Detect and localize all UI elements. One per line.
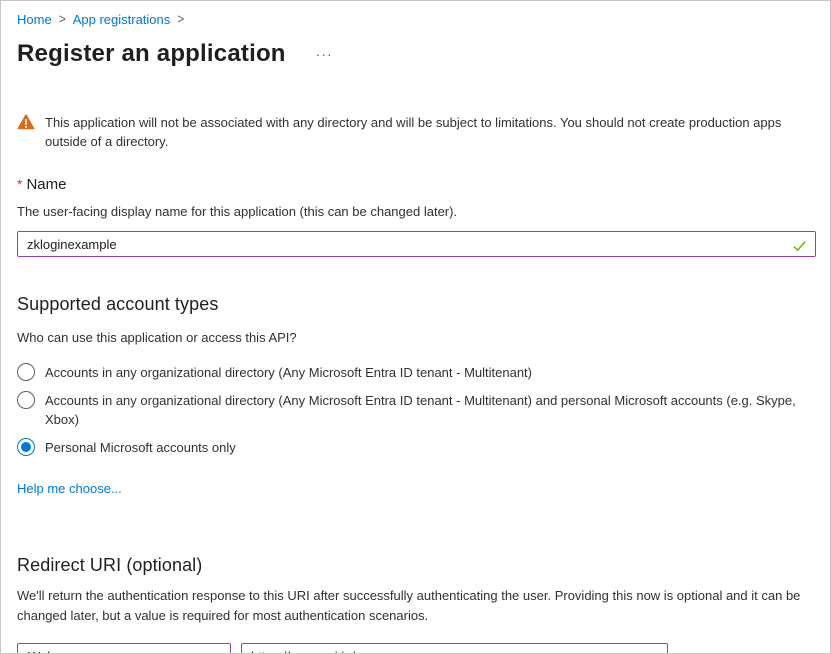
radio-option-multitenant-personal[interactable]: Accounts in any organizational directory…: [17, 391, 814, 429]
platform-select[interactable]: Web: [17, 643, 231, 654]
redirect-uri-input-wrap: [241, 643, 668, 654]
radio-option-label: Accounts in any organizational directory…: [45, 363, 532, 382]
breadcrumb: Home > App registrations >: [17, 1, 814, 28]
redirect-uri-description: We'll return the authentication response…: [17, 586, 814, 626]
redirect-uri-input[interactable]: [242, 644, 667, 654]
radio-option-multitenant[interactable]: Accounts in any organizational directory…: [17, 363, 814, 382]
required-asterisk: *: [17, 176, 22, 192]
radio-option-personal-only[interactable]: Personal Microsoft accounts only: [17, 438, 814, 457]
account-types-question: Who can use this application or access t…: [17, 328, 814, 348]
breadcrumb-app-registrations[interactable]: App registrations: [73, 12, 171, 27]
chevron-down-icon: [208, 649, 220, 654]
breadcrumb-home[interactable]: Home: [17, 12, 52, 27]
name-input-wrap: [17, 231, 816, 257]
supported-account-types-heading: Supported account types: [17, 294, 814, 315]
breadcrumb-separator-icon: >: [59, 11, 66, 27]
register-application-page: Home > App registrations > Register an a…: [0, 0, 831, 654]
page-title: Register an application: [17, 40, 286, 68]
help-me-choose-link[interactable]: Help me choose...: [17, 481, 122, 496]
ellipsis-menu-icon[interactable]: ···: [312, 45, 337, 63]
name-label: *Name: [17, 176, 814, 193]
account-type-radio-group: Accounts in any organizational directory…: [17, 363, 814, 457]
radio-selected-icon[interactable]: [17, 438, 35, 456]
name-input[interactable]: [18, 232, 815, 256]
warning-text: This application will not be associated …: [45, 113, 813, 151]
breadcrumb-separator-icon: >: [177, 11, 184, 27]
platform-select-value: Web: [28, 649, 55, 654]
radio-option-label: Personal Microsoft accounts only: [45, 438, 236, 457]
title-row: Register an application ···: [17, 39, 814, 69]
name-description: The user-facing display name for this ap…: [17, 204, 814, 219]
warning-banner: This application will not be associated …: [17, 113, 814, 151]
redirect-uri-heading: Redirect URI (optional): [17, 555, 814, 576]
warning-triangle-icon: [17, 114, 35, 135]
radio-option-label: Accounts in any organizational directory…: [45, 391, 814, 429]
radio-unselected-icon[interactable]: [17, 363, 35, 381]
radio-unselected-icon[interactable]: [17, 391, 35, 409]
name-label-text: Name: [26, 176, 66, 193]
redirect-uri-row: Web: [17, 643, 814, 654]
